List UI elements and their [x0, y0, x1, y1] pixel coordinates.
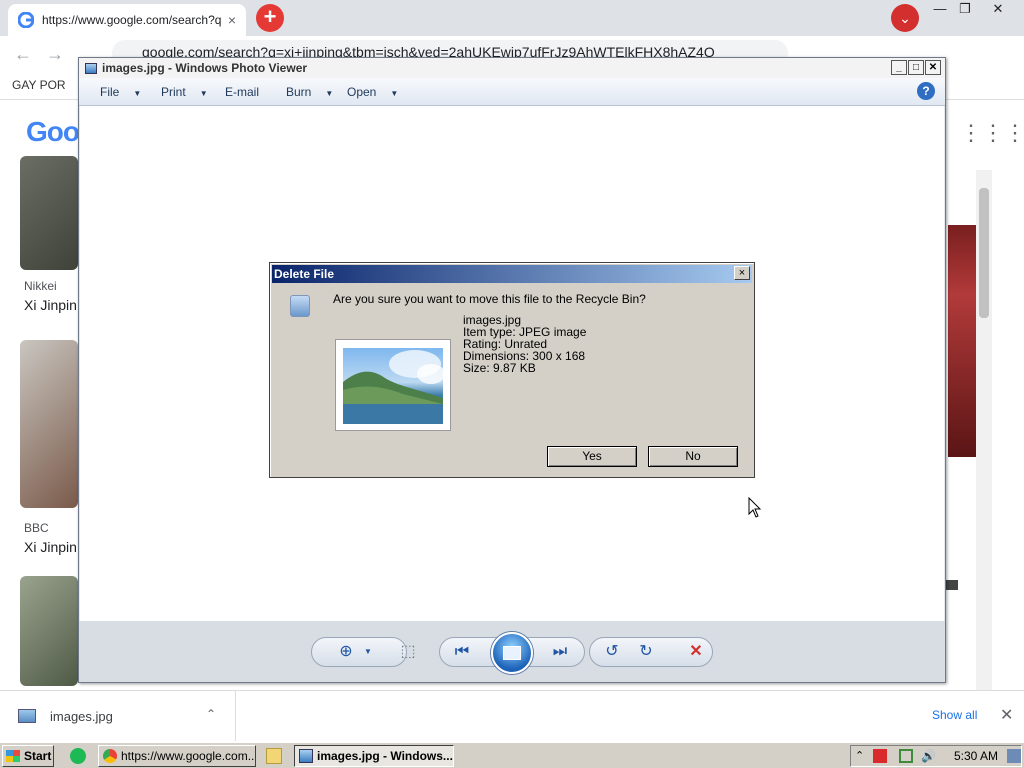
dialog-close-button[interactable]: ×	[734, 266, 750, 280]
next-icon[interactable]: ⏭	[548, 640, 572, 664]
tab-close-icon[interactable]: ×	[228, 12, 236, 28]
file-size: Size: 9.87 KB	[463, 361, 536, 375]
clock: 5:30 AM	[954, 749, 999, 763]
volume-icon[interactable]: 🔊	[921, 749, 936, 763]
show-hidden-icons-icon[interactable]: ⌃	[855, 749, 869, 763]
folder-icon[interactable]	[266, 748, 282, 764]
chrome-tab[interactable]: https://www.google.com/search?q= ×	[8, 4, 246, 36]
taskbar-photo-viewer-window[interactable]: images.jpg - Windows...	[294, 745, 454, 767]
download-item[interactable]: images.jpg ⌃	[0, 691, 236, 741]
chrome-tab-strip: https://www.google.com/search?q= × + ⌄ —…	[0, 0, 1024, 36]
previous-icon[interactable]: ⏮	[450, 640, 474, 664]
spotify-icon[interactable]	[70, 748, 86, 764]
back-arrow-icon[interactable]: ←	[14, 44, 32, 65]
photo-viewer-title: images.jpg - Windows Photo Viewer	[102, 61, 308, 75]
no-button[interactable]: No	[648, 446, 738, 467]
google-apps-icon[interactable]: ⋮⋮⋮	[960, 120, 1024, 146]
landscape-image	[343, 348, 443, 424]
recycle-bin-icon	[290, 295, 310, 317]
dropdown-arrow-icon: ▼	[133, 89, 142, 98]
dialog-question: Are you sure you want to move this file …	[333, 292, 646, 306]
google-logo[interactable]: Goo	[26, 116, 80, 148]
rotate-delete-controls-group: ↺ ↻ ✕	[589, 637, 713, 667]
taskbar: Start https://www.google.com... images.j…	[0, 742, 1024, 768]
page-scrollbar-thumb[interactable]	[979, 188, 989, 318]
result-thumbnail[interactable]	[20, 156, 78, 270]
result-title[interactable]: Xi Jinpin	[24, 297, 77, 313]
system-tray: ⌃ 🔊 5:30 AM	[850, 745, 1022, 767]
zoom-controls-group: ⊕ ▼ ⬚	[311, 637, 416, 667]
chevron-up-icon[interactable]: ⌃	[206, 707, 216, 721]
dialog-titlebar[interactable]: Delete File	[272, 265, 752, 283]
result-source: BBC	[24, 521, 49, 535]
maximize-button[interactable]: □	[908, 60, 924, 75]
chrome-icon	[103, 749, 117, 763]
chrome-close-button[interactable]: ✕	[983, 0, 1013, 18]
close-button[interactable]: ✕	[925, 60, 941, 75]
chrome-tab-title: https://www.google.com/search?q=	[42, 13, 222, 27]
photo-viewer-titlebar[interactable]: images.jpg - Windows Photo Viewer _ □ ✕	[79, 58, 945, 78]
result-thumbnail[interactable]	[20, 576, 78, 686]
show-all-link[interactable]: Show all	[932, 708, 977, 722]
mouse-cursor-icon	[748, 497, 762, 518]
google-favicon-icon	[18, 12, 34, 28]
delete-icon[interactable]: ✕	[684, 640, 708, 664]
tab-search-button[interactable]: ⌄	[891, 4, 919, 32]
rotate-counterclockwise-icon[interactable]: ↺	[600, 640, 624, 664]
taskbar-chrome-label: https://www.google.com...	[121, 749, 256, 763]
file-preview-thumbnail	[335, 339, 451, 431]
zoom-dropdown-arrow-icon[interactable]: ▼	[356, 640, 380, 664]
dialog-title: Delete File	[274, 267, 335, 281]
photo-viewer-icon	[299, 749, 313, 763]
actual-size-icon[interactable]: ⬚	[396, 640, 420, 664]
slideshow-button[interactable]	[491, 632, 533, 674]
yes-button[interactable]: Yes	[547, 446, 637, 467]
downloads-close-icon[interactable]: ✕	[1000, 705, 1013, 725]
downloads-bar: images.jpg ⌃ Show all ✕	[0, 690, 1024, 741]
image-file-icon	[18, 709, 36, 723]
landscape-picture	[343, 350, 443, 424]
download-file-name: images.jpg	[50, 708, 113, 724]
rotate-clockwise-icon[interactable]: ↻	[634, 640, 658, 664]
menu-file-label: File	[100, 85, 120, 99]
menu-print[interactable]: Print ▼	[161, 85, 208, 99]
menu-open-label: Open	[347, 85, 377, 99]
forward-arrow-icon[interactable]: →	[46, 44, 64, 65]
action-center-flag-icon[interactable]	[873, 749, 887, 763]
delete-file-dialog: Delete File × Are you sure you want to m…	[269, 262, 755, 478]
result-title[interactable]: Xi Jinpin	[24, 539, 77, 555]
start-button[interactable]: Start	[2, 745, 54, 767]
taskbar-chrome-window[interactable]: https://www.google.com...	[98, 745, 256, 767]
photo-viewer-menubar: File ▼ Print ▼ E-mail Burn ▼ Open ▼ ?	[79, 78, 945, 106]
minimize-button[interactable]: _	[891, 60, 907, 75]
dropdown-arrow-icon: ▼	[325, 89, 334, 98]
photo-viewer-controls: ⊕ ▼ ⬚ ⏮ ⏭ ↺ ↻ ✕	[79, 621, 945, 682]
result-source: Nikkei	[24, 279, 57, 293]
zoom-icon[interactable]: ⊕	[334, 640, 358, 664]
start-label: Start	[24, 749, 52, 763]
result-thumbnail[interactable]	[20, 340, 78, 508]
preview-image[interactable]	[948, 225, 976, 457]
show-desktop-icon[interactable]	[1007, 749, 1021, 763]
menu-open[interactable]: Open ▼	[347, 85, 398, 99]
google-logo-text: Goo	[26, 116, 80, 147]
menu-email[interactable]: E-mail	[225, 85, 259, 99]
file-info: images.jpg Item type: JPEG image Rating:…	[463, 314, 586, 374]
taskbar-photo-viewer-label: images.jpg - Windows...	[317, 749, 453, 763]
dropdown-arrow-icon: ▼	[199, 89, 208, 98]
chrome-maximize-button[interactable]: ❐	[950, 0, 980, 18]
slideshow-icon	[503, 646, 521, 660]
bookmark-item[interactable]: GAY POR	[12, 78, 66, 92]
menu-print-label: Print	[161, 85, 186, 99]
network-icon[interactable]	[899, 749, 913, 763]
windows-logo-icon	[6, 750, 20, 762]
help-icon[interactable]: ?	[917, 82, 935, 100]
new-tab-button[interactable]: +	[256, 4, 284, 32]
menu-burn[interactable]: Burn ▼	[286, 85, 333, 99]
menu-burn-label: Burn	[286, 85, 312, 99]
menu-file[interactable]: File ▼	[100, 85, 141, 99]
photo-viewer-app-icon	[85, 62, 97, 74]
dropdown-arrow-icon: ▼	[390, 89, 399, 98]
